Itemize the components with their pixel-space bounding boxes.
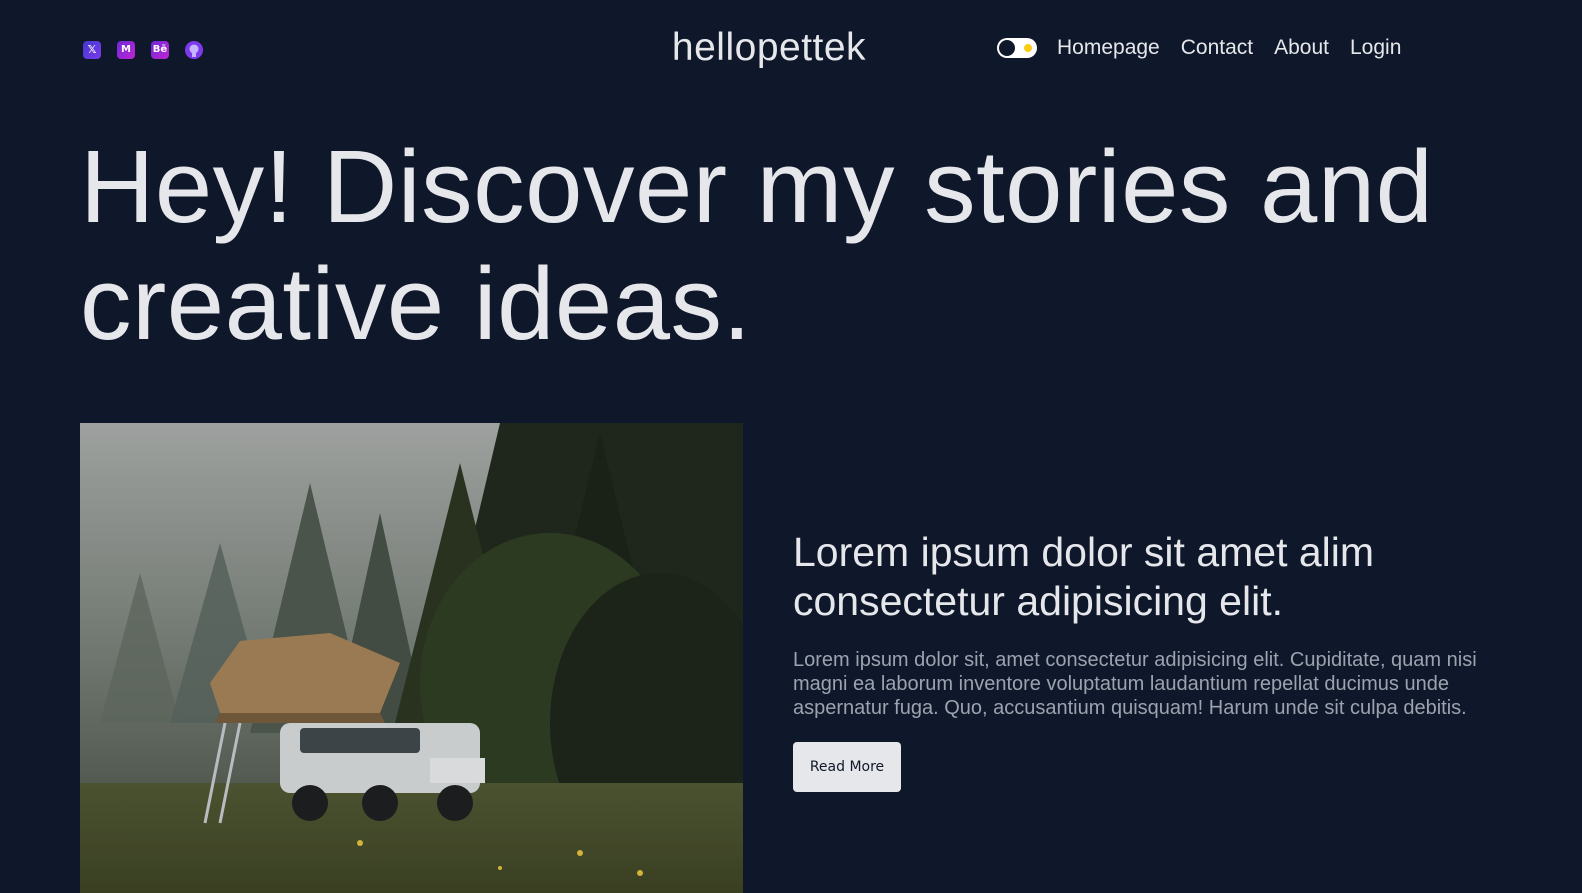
featured-post-image[interactable]: [80, 423, 743, 893]
post-title[interactable]: Lorem ipsum dolor sit amet alim consecte…: [793, 528, 1483, 626]
nav-homepage[interactable]: Homepage: [1057, 36, 1160, 60]
nav-about[interactable]: About: [1274, 36, 1329, 60]
post-description: Lorem ipsum dolor sit, amet consectetur …: [793, 649, 1477, 719]
read-more-button[interactable]: Read More: [793, 742, 901, 792]
theme-toggle[interactable]: [997, 38, 1037, 58]
sun-icon: [1024, 44, 1032, 52]
nav-login[interactable]: Login: [1350, 36, 1401, 60]
hero-title: Hey! Discover my stories and creative id…: [80, 129, 1434, 361]
featured-post-content: Lorem ipsum dolor sit amet alim consecte…: [793, 528, 1483, 792]
main-nav: Homepage Contact About Login: [997, 36, 1422, 60]
nav-contact[interactable]: Contact: [1181, 36, 1253, 60]
toggle-knob: [999, 40, 1015, 56]
navbar: 𝕏 M Bē hellopettek Homepage Contact Abou…: [0, 0, 1582, 100]
forest-car-photo: [80, 423, 743, 893]
